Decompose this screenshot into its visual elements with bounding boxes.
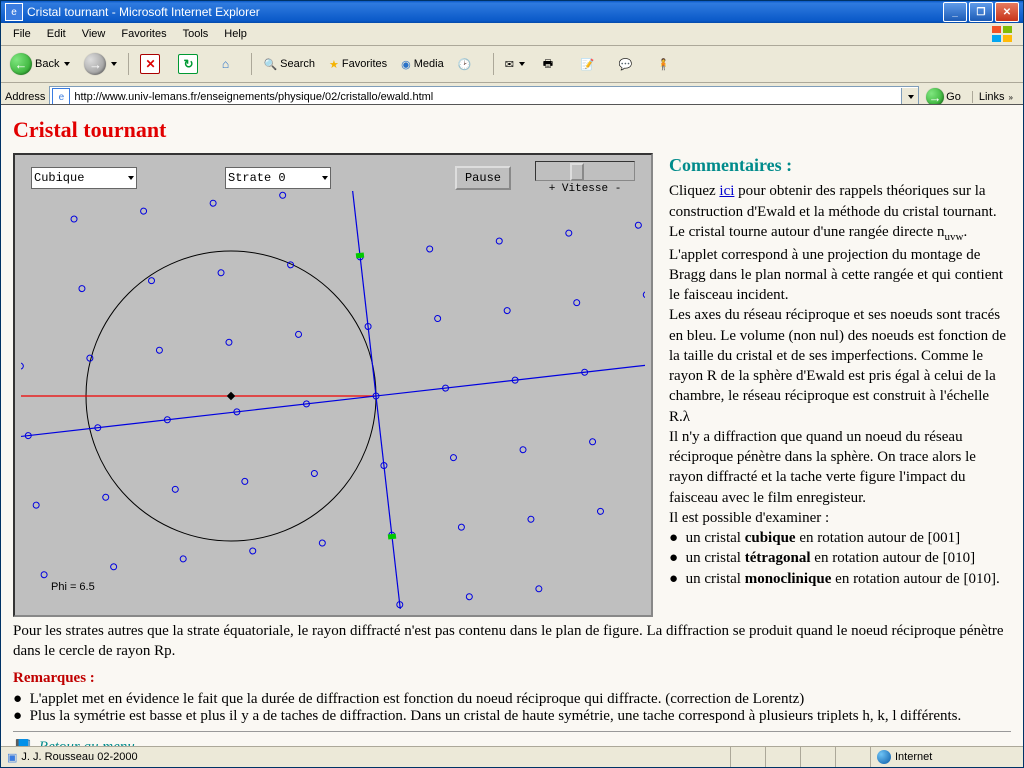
menu-help[interactable]: Help xyxy=(216,26,255,42)
text: Le cristal tourne autour d'une rangée di… xyxy=(669,224,945,240)
address-input[interactable] xyxy=(72,91,901,103)
chevron-down-icon xyxy=(128,176,134,180)
address-label: Address xyxy=(5,91,45,103)
remarks-heading: Remarques : xyxy=(13,670,1011,687)
edit-icon: 📝 xyxy=(581,58,595,71)
separator xyxy=(251,53,252,75)
messenger-button[interactable]: 🧍 xyxy=(652,51,686,77)
chevron-down-icon xyxy=(64,62,70,66)
media-label: Media xyxy=(414,58,444,70)
search-button[interactable]: 🔍Search xyxy=(258,51,320,77)
toolbar: ←Back → ✕ ↻ ⌂ 🔍Search ★Favorites ◉Media … xyxy=(1,46,1023,83)
text: Cliquez xyxy=(669,183,719,199)
text: en rotation autour de [001] xyxy=(796,530,961,546)
menu-tools[interactable]: Tools xyxy=(175,26,217,42)
close-button[interactable]: ✕ xyxy=(995,2,1019,22)
mail-button[interactable]: ✉ xyxy=(500,51,534,77)
separator xyxy=(128,53,129,75)
print-button[interactable]: 🖶 xyxy=(538,51,572,77)
comments-heading: Commentaires : xyxy=(669,153,1011,177)
links-button[interactable]: Links» xyxy=(972,91,1019,103)
text: L'applet met en évidence le fait que la … xyxy=(30,691,805,707)
media-button[interactable]: ◉Media xyxy=(396,51,449,77)
status-cell xyxy=(801,747,836,767)
media-icon: ◉ xyxy=(401,58,411,71)
app-icon: e xyxy=(5,3,23,21)
print-icon: 🖶 xyxy=(543,55,553,74)
text: en rotation autour de [010] xyxy=(811,550,976,566)
text: Il est possible d'examiner : xyxy=(669,508,1011,528)
remarks-panel: Remarques : ● L'applet met en évidence l… xyxy=(13,670,1011,725)
status-text: J. J. Rousseau 02-2000 xyxy=(21,751,137,763)
text: en rotation autour de [010]. xyxy=(831,571,999,587)
chevron-down-icon xyxy=(111,62,117,66)
menu-view[interactable]: View xyxy=(74,26,114,42)
text: un cristal xyxy=(686,530,745,546)
applet-panel: Cubique Strate 0 Pause + Vitesse - xyxy=(13,153,653,617)
system-select-value: Cubique xyxy=(34,171,84,185)
text: monoclinique xyxy=(745,571,832,587)
theory-link[interactable]: ici xyxy=(719,183,734,199)
status-cell xyxy=(731,747,766,767)
menu-bar: File Edit View Favorites Tools Help xyxy=(1,23,1023,46)
maximize-button[interactable]: ❐ xyxy=(969,2,993,22)
discuss-icon: 💬 xyxy=(619,58,633,71)
strate-select-value: Strate 0 xyxy=(228,171,286,185)
content-viewport[interactable]: Cristal tournant Cubique Strate 0 Pause … xyxy=(1,104,1023,747)
discuss-button[interactable]: 💬 xyxy=(614,51,648,77)
refresh-button[interactable]: ↻ xyxy=(173,51,207,77)
separator xyxy=(493,53,494,75)
page-icon: ▣ xyxy=(7,751,17,764)
back-button[interactable]: ←Back xyxy=(5,51,75,77)
history-icon: 🕑 xyxy=(458,58,472,71)
zone-text: Internet xyxy=(895,751,932,763)
stop-button[interactable]: ✕ xyxy=(135,51,169,77)
menu-edit[interactable]: Edit xyxy=(39,26,74,42)
pause-button[interactable]: Pause xyxy=(455,166,511,190)
speed-slider[interactable]: + Vitesse - xyxy=(535,161,635,195)
text: un cristal xyxy=(686,550,745,566)
status-cell xyxy=(766,747,801,767)
search-icon: 🔍 xyxy=(263,58,277,71)
forward-button[interactable]: → xyxy=(79,51,122,77)
edit-button[interactable]: 📝 xyxy=(576,51,610,77)
chevron-down-icon xyxy=(519,62,525,66)
menu-file[interactable]: File xyxy=(5,26,39,42)
home-button[interactable]: ⌂ xyxy=(211,51,245,77)
strate-select[interactable]: Strate 0 xyxy=(225,167,331,189)
page-title: Cristal tournant xyxy=(13,117,1011,143)
mail-icon: ✉ xyxy=(505,58,514,71)
text: uvw xyxy=(945,231,964,243)
messenger-icon: 🧍 xyxy=(657,58,671,71)
ewald-canvas xyxy=(21,191,645,609)
phi-readout: Phi = 6.5 xyxy=(51,581,95,593)
commentary-panel: Commentaires : Cliquez ici pour obtenir … xyxy=(669,153,1011,589)
system-select[interactable]: Cubique xyxy=(31,167,137,189)
minimize-button[interactable]: _ xyxy=(943,2,967,22)
windows-logo-icon xyxy=(987,24,1019,44)
history-button[interactable]: 🕑 xyxy=(453,51,487,77)
text: cubique xyxy=(745,530,796,546)
globe-icon xyxy=(877,750,891,764)
title-bar: e Cristal tournant - Microsoft Internet … xyxy=(1,1,1023,23)
go-label: Go xyxy=(946,91,961,103)
star-icon: ★ xyxy=(329,58,339,71)
back-label: Back xyxy=(35,58,59,70)
text: un cristal xyxy=(686,571,745,587)
favorites-label: Favorites xyxy=(342,58,387,70)
text: Plus la symétrie est basse et plus il y … xyxy=(30,708,962,724)
chevron-down-icon xyxy=(322,176,328,180)
text: Les axes du réseau réciproque et ses noe… xyxy=(669,305,1011,427)
links-label: Links xyxy=(979,91,1005,103)
status-bar: ▣ J. J. Rousseau 02-2000 Internet xyxy=(1,746,1023,767)
text: Il n'y a diffraction que quand un noeud … xyxy=(669,427,1011,508)
favorites-button[interactable]: ★Favorites xyxy=(324,51,392,77)
menu-favorites[interactable]: Favorites xyxy=(113,26,174,42)
status-cell xyxy=(836,747,871,767)
overflow-text: Pour les strates autres que la strate éq… xyxy=(13,621,1011,662)
text: tétragonal xyxy=(745,550,811,566)
window-title: Cristal tournant - Microsoft Internet Ex… xyxy=(27,5,941,19)
search-label: Search xyxy=(280,58,315,70)
